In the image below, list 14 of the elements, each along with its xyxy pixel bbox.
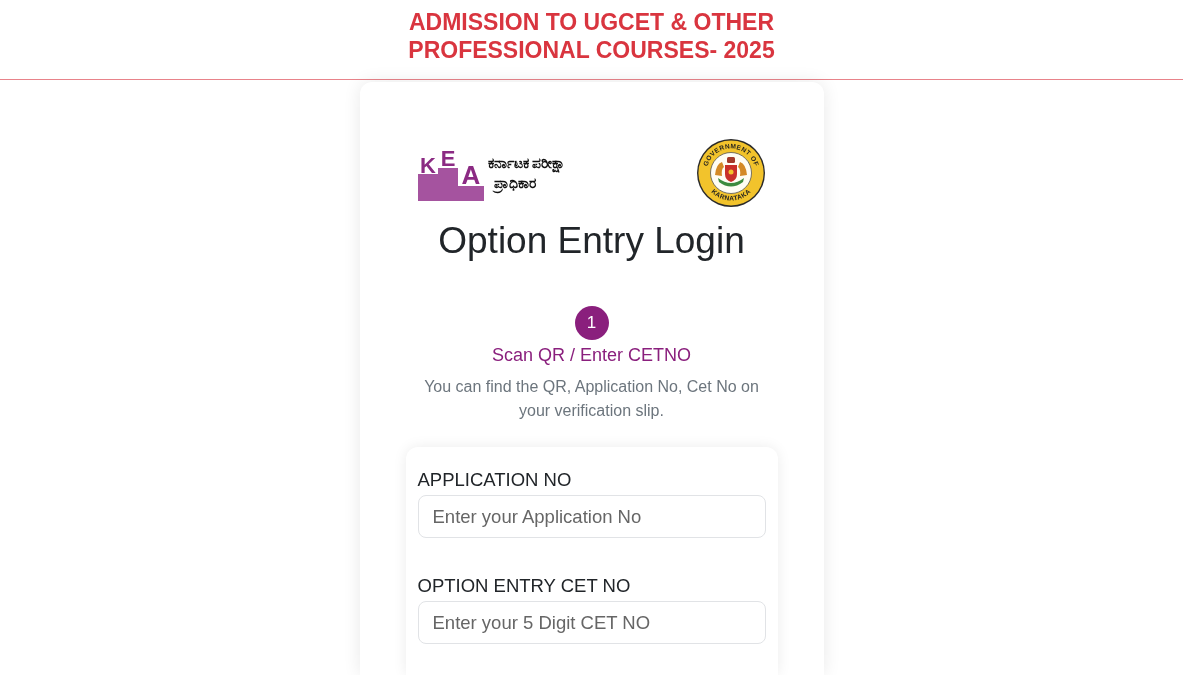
logo-text: ಪ್ರಾಧಿಕಾರ: [487, 173, 566, 193]
page-title: ADMISSION TO UGCET & OTHER PROFESSIONAL COURSES- 2025: [407, 8, 776, 64]
input-field[interactable]: Enter your Application No: [417, 495, 766, 538]
hint-text: You can find the QR, Application No, Cet No on your verification slip.: [423, 377, 760, 421]
step-number: 1: [574, 306, 609, 340]
logo-letter: K: [419, 153, 436, 178]
login-title: Option Entry Login: [437, 219, 746, 262]
logo-letter: A: [461, 160, 480, 190]
field-label: OPTION ENTRY CET NO: [417, 575, 632, 597]
logo-letter: E: [440, 146, 455, 171]
field-label: APPLICATION NO: [417, 469, 573, 491]
logo-text: ಕರ್ನಾಟಕ ಪರೀಕ್ಷಾ: [487, 154, 566, 173]
step-label: Scan QR / Enter CETNO: [491, 344, 692, 366]
input-field[interactable]: Enter your 5 Digit CET NO: [417, 601, 766, 644]
